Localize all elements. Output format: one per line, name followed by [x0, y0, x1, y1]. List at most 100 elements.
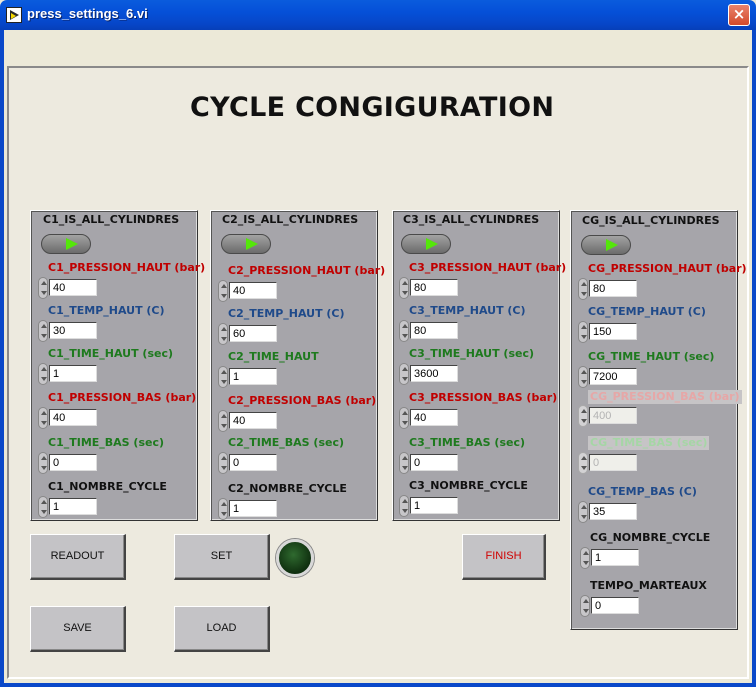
c3-is-all-cylindres-label: C3_IS_ALL_CYLINDRES — [403, 213, 540, 226]
c3-temp-haut-stepper[interactable] — [399, 320, 409, 342]
c3-pression-bas-label: C3_PRESSION_BAS (bar) — [409, 391, 558, 404]
page-title: CYCLE CONGIGURATION — [190, 92, 555, 123]
cg-time-haut-label: CG_TIME_HAUT (sec) — [588, 350, 715, 363]
cg-pression-haut-input[interactable]: 80 — [589, 280, 637, 297]
cg-time-haut-input[interactable]: 7200 — [589, 368, 637, 385]
c2-time-bas-input[interactable]: 0 — [229, 454, 277, 471]
c3-pression-bas-stepper[interactable] — [399, 407, 409, 429]
window-title: press_settings_6.vi — [27, 6, 148, 21]
c2-time-bas-stepper[interactable] — [218, 452, 228, 474]
c1-time-haut-input[interactable]: 1 — [49, 365, 97, 382]
c1-time-bas-stepper[interactable] — [38, 452, 48, 474]
readout-button[interactable]: READOUT — [30, 534, 126, 580]
set-button[interactable]: SET — [174, 534, 270, 580]
cg-time-haut-stepper[interactable] — [578, 366, 588, 388]
cg-temp-bas-label: CG_TEMP_BAS (C) — [588, 485, 697, 498]
cg-is-all-cylindres-toggle[interactable] — [581, 235, 631, 255]
c1-is-all-cylindres-label: C1_IS_ALL_CYLINDRES — [43, 213, 180, 226]
c2-pression-bas-label: C2_PRESSION_BAS (bar) — [228, 394, 377, 407]
window-frame-bottom — [0, 683, 756, 687]
cg-time-bas-label: CG_TIME_BAS (sec) — [588, 436, 710, 450]
c3-temp-haut-label: C3_TEMP_HAUT (C) — [409, 304, 526, 317]
c3-time-haut-label: C3_TIME_HAUT (sec) — [409, 347, 535, 360]
set-status-led — [276, 539, 314, 577]
c3-is-all-cylindres-toggle[interactable] — [401, 234, 451, 254]
tempo-marteaux-label: TEMPO_MARTEAUX — [590, 579, 707, 592]
window-frame-left — [0, 30, 4, 687]
c2-nombre-cycle-label: C2_NOMBRE_CYCLE — [228, 482, 347, 495]
c2-time-haut-label: C2_TIME_HAUT — [228, 350, 319, 363]
c2-time-bas-label: C2_TIME_BAS (sec) — [228, 436, 345, 449]
c1-time-bas-input[interactable]: 0 — [49, 454, 97, 471]
c3-time-bas-label: C3_TIME_BAS (sec) — [409, 436, 526, 449]
c2-time-haut-input[interactable]: 1 — [229, 368, 277, 385]
c1-temp-haut-stepper[interactable] — [38, 320, 48, 342]
c3-temp-haut-input[interactable]: 80 — [410, 322, 458, 339]
window-frame-right — [752, 30, 756, 687]
c1-pression-bas-input[interactable]: 40 — [49, 409, 97, 426]
labview-vi-icon — [6, 7, 22, 23]
cg-pression-bas-label: CG_PRESSION_BAS (bar) — [588, 390, 742, 404]
c1-nombre-cycle-input[interactable]: 1 — [49, 498, 97, 515]
c3-time-bas-input[interactable]: 0 — [410, 454, 458, 471]
c3-pression-haut-label: C3_PRESSION_HAUT (bar) — [409, 261, 567, 274]
cluster-c2 — [210, 210, 378, 521]
c2-pression-haut-stepper[interactable] — [218, 280, 228, 302]
c3-time-bas-stepper[interactable] — [399, 452, 409, 474]
c3-nombre-cycle-input[interactable]: 1 — [410, 497, 458, 514]
c3-nombre-cycle-stepper[interactable] — [399, 495, 409, 517]
c1-time-bas-label: C1_TIME_BAS (sec) — [48, 436, 165, 449]
c1-time-haut-label: C1_TIME_HAUT (sec) — [48, 347, 174, 360]
c2-nombre-cycle-stepper[interactable] — [218, 498, 228, 520]
cg-nombre-cycle-stepper[interactable] — [580, 547, 590, 569]
close-button[interactable]: × — [728, 4, 750, 26]
c1-is-all-cylindres-toggle[interactable] — [41, 234, 91, 254]
cg-temp-haut-label: CG_TEMP_HAUT (C) — [588, 305, 706, 318]
cg-time-bas-input: 0 — [589, 454, 637, 471]
c1-temp-haut-input[interactable]: 30 — [49, 322, 97, 339]
c2-nombre-cycle-input[interactable]: 1 — [229, 500, 277, 517]
c2-time-haut-stepper[interactable] — [218, 366, 228, 388]
c2-temp-haut-label: C2_TEMP_HAUT (C) — [228, 307, 345, 320]
cg-nombre-cycle-label: CG_NOMBRE_CYCLE — [590, 531, 711, 544]
c2-pression-bas-input[interactable]: 40 — [229, 412, 277, 429]
c3-pression-haut-stepper[interactable] — [399, 277, 409, 299]
c1-temp-haut-label: C1_TEMP_HAUT (C) — [48, 304, 165, 317]
c3-pression-bas-input[interactable]: 40 — [410, 409, 458, 426]
finish-button[interactable]: FINISH — [462, 534, 546, 580]
c2-is-all-cylindres-label: C2_IS_ALL_CYLINDRES — [222, 213, 359, 226]
c3-time-haut-input[interactable]: 3600 — [410, 365, 458, 382]
cg-temp-bas-stepper[interactable] — [578, 501, 588, 523]
c2-temp-haut-stepper[interactable] — [218, 323, 228, 345]
title-bar: press_settings_6.vi × — [0, 0, 756, 30]
c1-pression-haut-input[interactable]: 40 — [49, 279, 97, 296]
c1-pression-haut-label: C1_PRESSION_HAUT (bar) — [48, 261, 206, 274]
c2-pression-haut-input[interactable]: 40 — [229, 282, 277, 299]
c1-time-haut-stepper[interactable] — [38, 363, 48, 385]
c1-nombre-cycle-stepper[interactable] — [38, 496, 48, 518]
cg-temp-haut-stepper[interactable] — [578, 321, 588, 343]
cg-time-bas-stepper — [578, 452, 588, 474]
c3-nombre-cycle-label: C3_NOMBRE_CYCLE — [409, 479, 528, 492]
cg-nombre-cycle-input[interactable]: 1 — [591, 549, 639, 566]
cg-pression-bas-stepper — [578, 405, 588, 427]
c2-pression-bas-stepper[interactable] — [218, 410, 228, 432]
c2-pression-haut-label: C2_PRESSION_HAUT (bar) — [228, 264, 386, 277]
cg-pression-bas-input: 400 — [589, 407, 637, 424]
c2-temp-haut-input[interactable]: 60 — [229, 325, 277, 342]
load-button[interactable]: LOAD — [174, 606, 270, 652]
cg-pression-haut-stepper[interactable] — [578, 278, 588, 300]
cg-temp-bas-input[interactable]: 35 — [589, 503, 637, 520]
tempo-marteaux-stepper[interactable] — [580, 595, 590, 617]
c1-pression-haut-stepper[interactable] — [38, 277, 48, 299]
c1-nombre-cycle-label: C1_NOMBRE_CYCLE — [48, 480, 167, 493]
save-button[interactable]: SAVE — [30, 606, 126, 652]
c3-pression-haut-input[interactable]: 80 — [410, 279, 458, 296]
tempo-marteaux-input[interactable]: 0 — [591, 597, 639, 614]
cg-temp-haut-input[interactable]: 150 — [589, 323, 637, 340]
c3-time-haut-stepper[interactable] — [399, 363, 409, 385]
cg-is-all-cylindres-label: CG_IS_ALL_CYLINDRES — [582, 214, 720, 227]
c1-pression-bas-stepper[interactable] — [38, 407, 48, 429]
c1-pression-bas-label: C1_PRESSION_BAS (bar) — [48, 391, 197, 404]
c2-is-all-cylindres-toggle[interactable] — [221, 234, 271, 254]
